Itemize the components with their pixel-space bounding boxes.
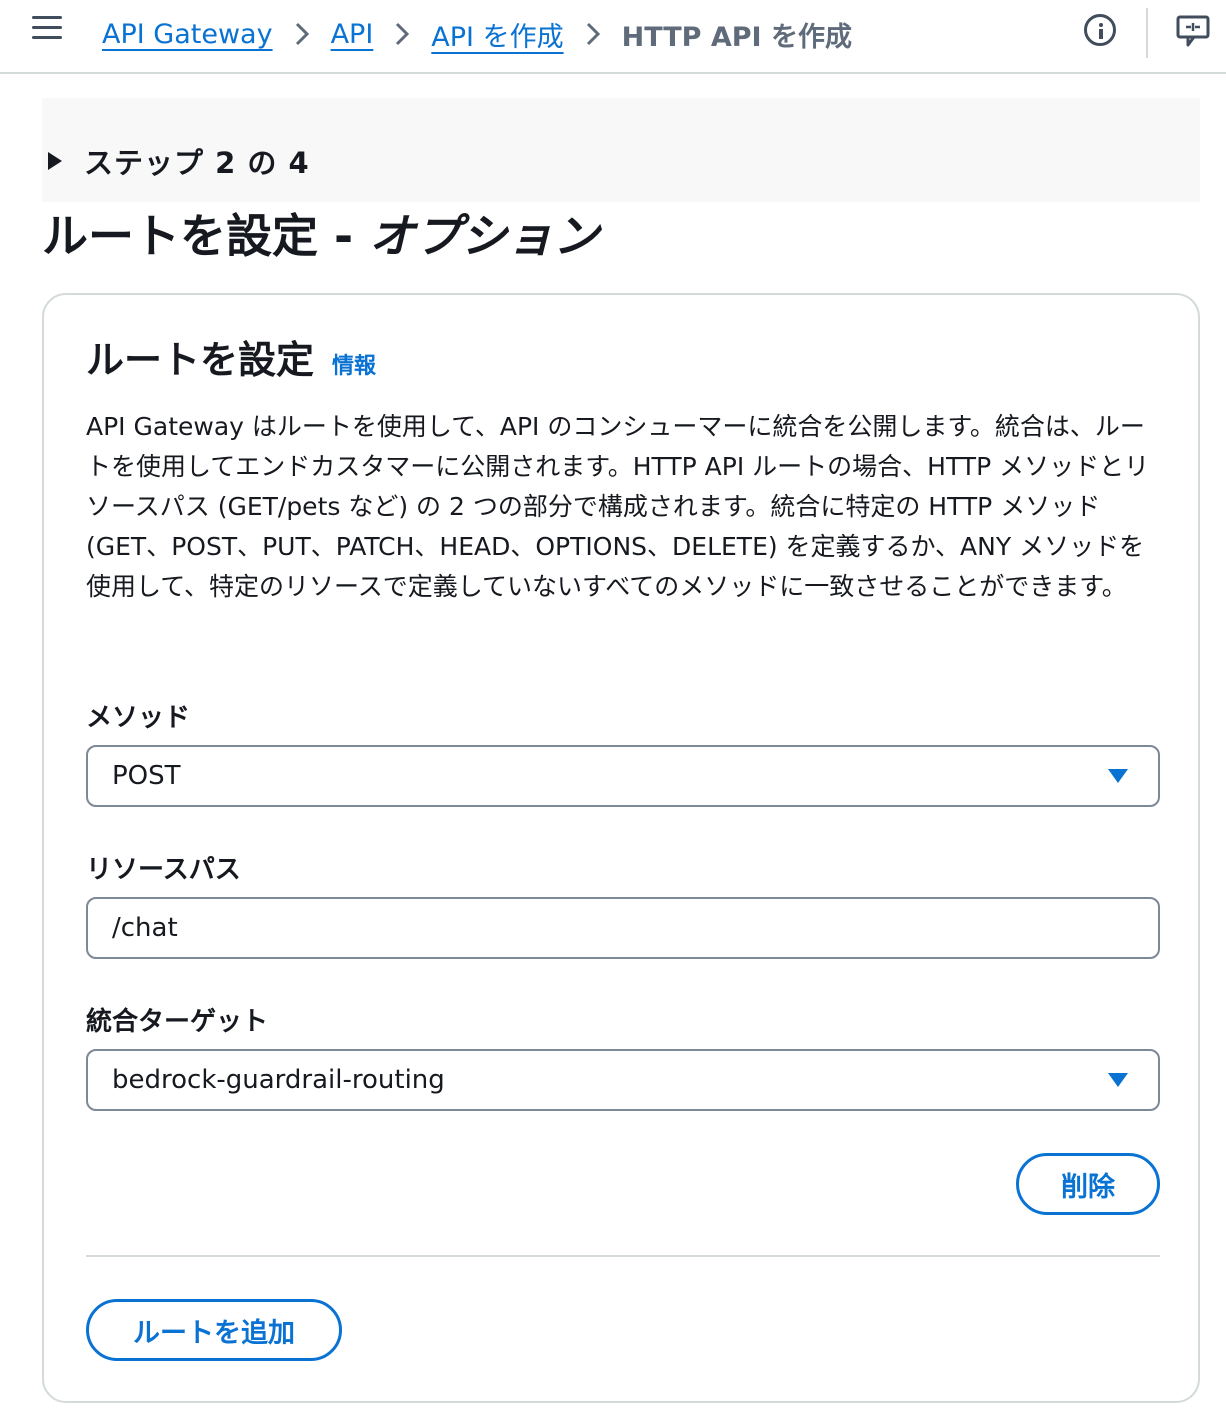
configure-routes-card: ルートを設定 情報 API Gateway はルートを使用して、API のコンシ… xyxy=(42,293,1200,1403)
page-title-main: ルートを設定 - xyxy=(42,209,370,263)
breadcrumb: API Gateway API API を作成 HTTP API を作成 xyxy=(102,14,852,54)
step-expand-toggle[interactable]: ステップ 2 の 4 xyxy=(48,140,310,182)
breadcrumb-api-gateway[interactable]: API Gateway xyxy=(102,19,273,50)
card-title: ルートを設定 xyxy=(86,338,315,382)
method-label: メソッド xyxy=(86,703,191,733)
caret-down-icon xyxy=(1108,769,1128,783)
info-circle-icon[interactable] xyxy=(1084,14,1116,46)
breadcrumb-api[interactable]: API xyxy=(331,19,374,50)
card-header: ルートを設定 情報 xyxy=(86,329,376,384)
caret-right-icon xyxy=(48,152,62,170)
info-link[interactable]: 情報 xyxy=(332,348,376,380)
caret-down-icon xyxy=(1108,1073,1128,1087)
chevron-right-icon xyxy=(395,22,410,46)
page-title: ルートを設定 - オプション xyxy=(42,200,599,266)
top-navigation-bar: API Gateway API API を作成 HTTP API を作成 xyxy=(0,0,1226,74)
integration-target-select[interactable]: bedrock-guardrail-routing xyxy=(86,1049,1160,1111)
page-title-optional: オプション xyxy=(369,209,600,263)
step-label: ステップ 2 の 4 xyxy=(84,146,310,180)
resource-path-label: リソースパス xyxy=(86,855,241,885)
toolbar-divider xyxy=(1146,8,1148,58)
chevron-right-icon xyxy=(586,22,600,46)
breadcrumb-create-api[interactable]: API を作成 xyxy=(431,15,563,54)
method-select[interactable]: POST xyxy=(86,745,1160,807)
chevron-right-icon xyxy=(295,22,309,46)
delete-button[interactable]: 削除 xyxy=(1016,1153,1160,1215)
hamburger-menu-icon[interactable] xyxy=(32,16,62,42)
card-description: API Gateway はルートを使用して、API のコンシューマーに統合を公開… xyxy=(86,412,1150,601)
section-divider xyxy=(86,1255,1160,1257)
add-route-button[interactable]: ルートを追加 xyxy=(86,1299,342,1361)
feedback-icon[interactable] xyxy=(1176,14,1210,48)
integration-target-label: 統合ターゲット xyxy=(86,1007,269,1037)
integration-target-selected-value: bedrock-guardrail-routing xyxy=(112,1065,445,1095)
resource-path-input[interactable] xyxy=(86,897,1160,959)
breadcrumb-current: HTTP API を作成 xyxy=(621,21,852,53)
method-selected-value: POST xyxy=(112,761,181,791)
